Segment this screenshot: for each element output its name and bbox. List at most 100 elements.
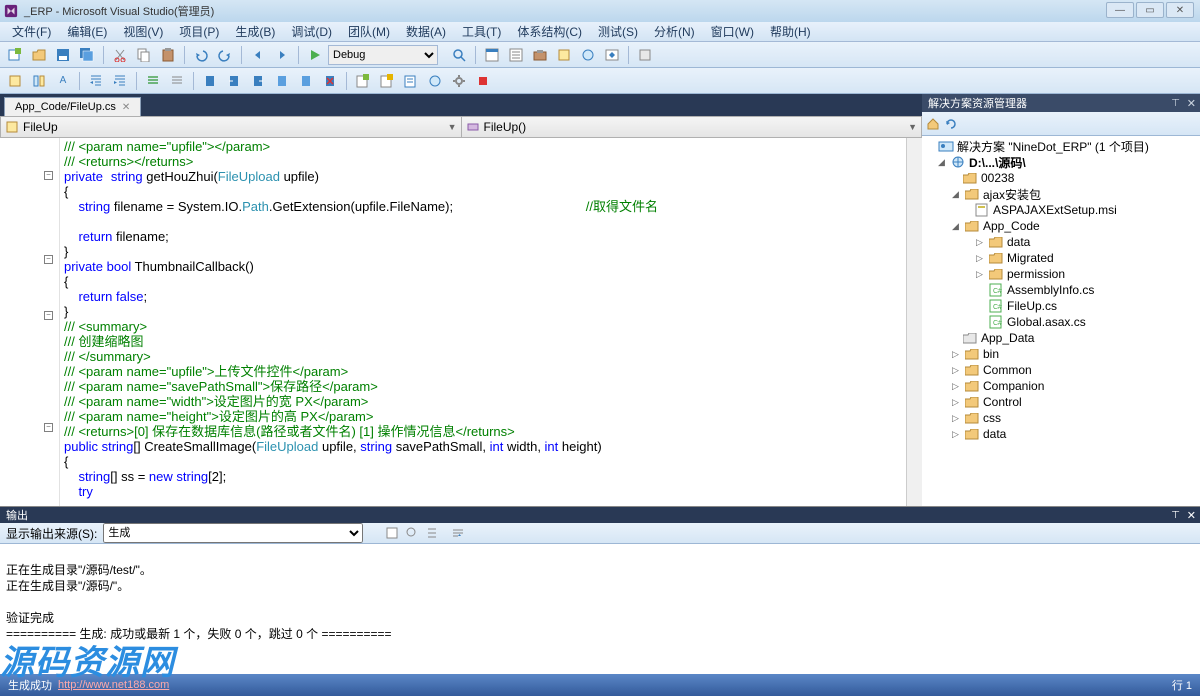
- output-clear-button[interactable]: [385, 526, 399, 540]
- member-picker[interactable]: FileUp() ▼: [462, 117, 922, 137]
- indent-less-button[interactable]: [85, 70, 107, 92]
- tree-folder[interactable]: ▷data: [922, 234, 1200, 250]
- clear-bookmarks-button[interactable]: [319, 70, 341, 92]
- stop-button[interactable]: [472, 70, 494, 92]
- tree-folder[interactable]: ▷Common: [922, 362, 1200, 378]
- next-bookmark-button[interactable]: [247, 70, 269, 92]
- indent-more-button[interactable]: [109, 70, 131, 92]
- ref-button[interactable]: A: [52, 70, 74, 92]
- tree-folder[interactable]: 00238: [922, 170, 1200, 186]
- solution-explorer-button[interactable]: [481, 44, 503, 66]
- member-select-button[interactable]: [28, 70, 50, 92]
- output-goto-button[interactable]: [425, 526, 439, 540]
- code-editor[interactable]: − − − − /// <param name="upfile"></param…: [0, 138, 922, 506]
- prev-bookmark-button[interactable]: [223, 70, 245, 92]
- output-content[interactable]: 正在生成目录"/源码/test/"。 正在生成目录"/源码/"。 验证完成 ==…: [0, 544, 1200, 677]
- menu-analyze[interactable]: 分析(N): [646, 21, 703, 42]
- close-icon[interactable]: ✕: [1187, 97, 1196, 110]
- cut-button[interactable]: [109, 44, 131, 66]
- menu-help[interactable]: 帮助(H): [762, 21, 819, 42]
- tree-file[interactable]: C#AssemblyInfo.cs: [922, 282, 1200, 298]
- refresh-button[interactable]: [944, 117, 958, 131]
- pin-icon[interactable]: ⊤: [1171, 510, 1180, 521]
- fold-toggle[interactable]: −: [44, 255, 53, 264]
- tree-folder[interactable]: ▷bin: [922, 346, 1200, 362]
- tree-folder[interactable]: ▷permission: [922, 266, 1200, 282]
- undo-button[interactable]: [190, 44, 212, 66]
- find-button[interactable]: [448, 44, 470, 66]
- navigate-forward-button[interactable]: [271, 44, 293, 66]
- toolbox-button[interactable]: [529, 44, 551, 66]
- output-source-select[interactable]: 生成: [103, 523, 363, 543]
- add-item-button[interactable]: [352, 70, 374, 92]
- window-close-button[interactable]: ✕: [1166, 2, 1194, 18]
- menu-view[interactable]: 视图(V): [115, 21, 171, 42]
- menu-data[interactable]: 数据(A): [398, 21, 454, 42]
- window-minimize-button[interactable]: —: [1106, 2, 1134, 18]
- navigate-back-button[interactable]: [247, 44, 269, 66]
- menu-project[interactable]: 项目(P): [171, 21, 227, 42]
- menu-debug[interactable]: 调试(D): [283, 21, 340, 42]
- comment-button[interactable]: [142, 70, 164, 92]
- bookmark-button[interactable]: [199, 70, 221, 92]
- uncomment-button[interactable]: [166, 70, 188, 92]
- menu-file[interactable]: 文件(F): [4, 21, 59, 42]
- fold-toggle[interactable]: −: [44, 423, 53, 432]
- next-bookmark-folder-button[interactable]: [295, 70, 317, 92]
- tree-file[interactable]: C#Global.asax.cs: [922, 314, 1200, 330]
- menu-team[interactable]: 团队(M): [340, 21, 398, 42]
- new-project-button[interactable]: [4, 44, 26, 66]
- tree-folder[interactable]: ▷Companion: [922, 378, 1200, 394]
- tree-project[interactable]: ◢D:\...\源码\: [922, 154, 1200, 170]
- prev-bookmark-folder-button[interactable]: [271, 70, 293, 92]
- class-view-button[interactable]: [553, 44, 575, 66]
- menu-architecture[interactable]: 体系结构(C): [509, 21, 590, 42]
- vertical-scrollbar[interactable]: [906, 138, 922, 506]
- tree-folder[interactable]: ▷Migrated: [922, 250, 1200, 266]
- tree-folder[interactable]: ▷Control: [922, 394, 1200, 410]
- tree-folder[interactable]: ◢ajax安装包: [922, 186, 1200, 202]
- add-existing-button[interactable]: [400, 70, 422, 92]
- redo-button[interactable]: [214, 44, 236, 66]
- tree-file[interactable]: C#FileUp.cs: [922, 298, 1200, 314]
- fold-toggle[interactable]: −: [44, 311, 53, 320]
- output-wrap-button[interactable]: [451, 526, 465, 540]
- code-content[interactable]: /// <param name="upfile"></param> /// <r…: [60, 138, 906, 506]
- tree-folder[interactable]: ◢App_Code: [922, 218, 1200, 234]
- config-select[interactable]: Debug: [328, 45, 438, 65]
- menu-edit[interactable]: 编辑(E): [59, 21, 115, 42]
- pin-icon[interactable]: ⊤: [1171, 98, 1180, 109]
- copy-website-button[interactable]: [424, 70, 446, 92]
- add-item2-button[interactable]: [376, 70, 398, 92]
- tree-file[interactable]: ASPAJAXExtSetup.msi: [922, 202, 1200, 218]
- solution-tree[interactable]: 解决方案 "NineDot_ERP" (1 个项目) ◢D:\...\源码\ 0…: [922, 136, 1200, 506]
- properties-button[interactable]: [505, 44, 527, 66]
- close-icon[interactable]: ✕: [1187, 509, 1196, 522]
- output-find-button[interactable]: [405, 526, 419, 540]
- menu-test[interactable]: 测试(S): [590, 21, 646, 42]
- tab-fileup[interactable]: App_Code/FileUp.cs ✕: [4, 97, 141, 116]
- class-picker[interactable]: FileUp ▼: [1, 117, 462, 137]
- config-button[interactable]: [448, 70, 470, 92]
- tree-solution[interactable]: 解决方案 "NineDot_ERP" (1 个项目): [922, 138, 1200, 154]
- class-select-button[interactable]: [4, 70, 26, 92]
- home-button[interactable]: [926, 117, 940, 131]
- fold-toggle[interactable]: −: [44, 171, 53, 180]
- copy-button[interactable]: [133, 44, 155, 66]
- menu-tools[interactable]: 工具(T): [454, 21, 509, 42]
- start-debug-button[interactable]: [304, 44, 326, 66]
- menu-window[interactable]: 窗口(W): [703, 21, 762, 42]
- object-browser-button[interactable]: [577, 44, 599, 66]
- save-all-button[interactable]: [76, 44, 98, 66]
- menu-build[interactable]: 生成(B): [227, 21, 283, 42]
- tree-folder[interactable]: ▷data: [922, 426, 1200, 442]
- open-button[interactable]: [28, 44, 50, 66]
- start-page-button[interactable]: [601, 44, 623, 66]
- tree-folder[interactable]: ▷css: [922, 410, 1200, 426]
- tree-folder[interactable]: App_Data: [922, 330, 1200, 346]
- save-button[interactable]: [52, 44, 74, 66]
- paste-button[interactable]: [157, 44, 179, 66]
- extension-button[interactable]: [634, 44, 656, 66]
- window-maximize-button[interactable]: ▭: [1136, 2, 1164, 18]
- tab-close-icon[interactable]: ✕: [122, 102, 130, 113]
